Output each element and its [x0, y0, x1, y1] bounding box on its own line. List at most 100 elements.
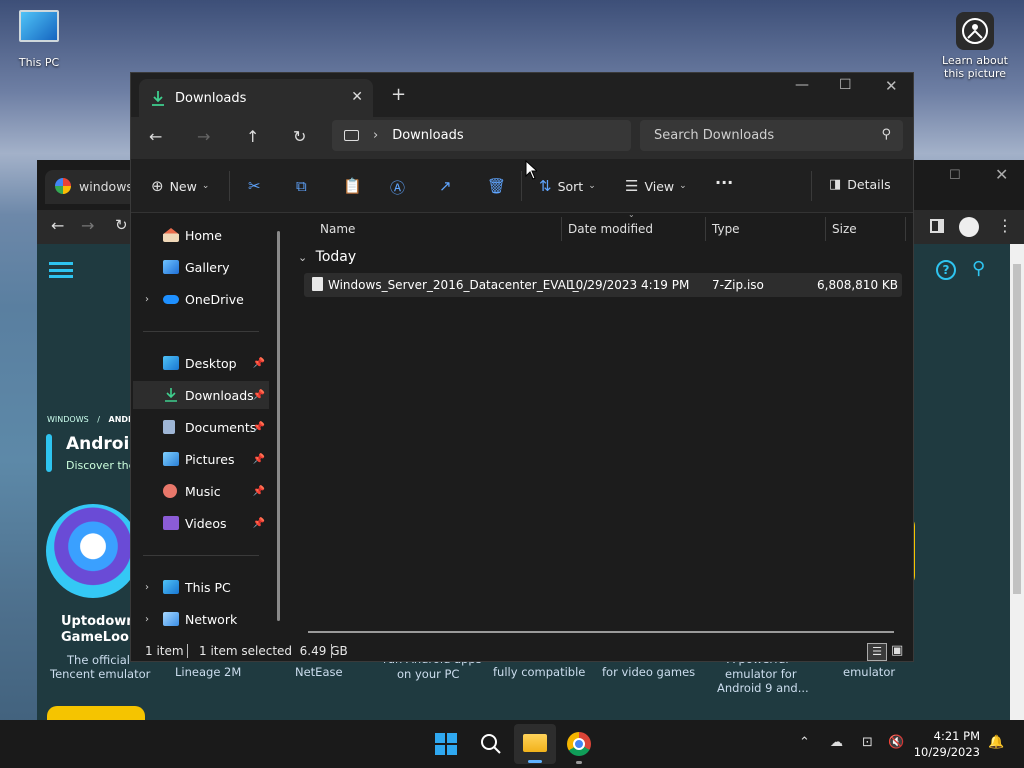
column-header-type[interactable]: Type [706, 217, 826, 241]
nav-item-onedrive[interactable]: › OneDrive [133, 285, 269, 313]
toolbar-separator [811, 171, 812, 201]
column-header-date[interactable]: Date modified ⌄ [562, 210, 706, 241]
kebab-menu-icon[interactable]: ⋮ [997, 216, 1013, 235]
search-button[interactable] [479, 732, 503, 756]
new-tab-button[interactable]: + [391, 84, 406, 105]
chevron-right-icon[interactable]: › [145, 294, 149, 305]
column-header-name[interactable]: Name [314, 217, 562, 241]
column-header-label: Name [320, 222, 356, 236]
details-view-icon[interactable]: ☰ [867, 643, 887, 661]
cut-button[interactable]: ✂ [248, 177, 267, 195]
browser-tab[interactable]: windows [45, 170, 137, 204]
breadcrumb-item[interactable]: WINDOWS [47, 415, 89, 424]
app-description: Lineage 2M [175, 665, 242, 679]
nav-item-home[interactable]: Home [133, 221, 269, 249]
taskbar-file-explorer[interactable] [514, 724, 556, 764]
nav-item-music[interactable]: Music 📌 [133, 477, 269, 505]
nav-item-documents[interactable]: Documents 📌 [133, 413, 269, 441]
maximize-icon[interactable]: ☐ [949, 168, 961, 183]
tab-downloads[interactable]: Downloads ✕ [139, 79, 373, 117]
command-bar: ⊕ New ⌄ ✂ ⧉ 📋 Ⓐ ↗ 🗑 ⇅ Sort ⌄ ☰ View ⌄ ··… [131, 159, 913, 213]
file-explorer-window[interactable]: Downloads ✕ + — ☐ ✕ ← → ↑ ↻ › Downloads … [130, 72, 914, 662]
help-icon[interactable]: ? [936, 260, 956, 280]
forward-arrow-icon[interactable]: → [81, 216, 94, 235]
start-button[interactable] [434, 732, 458, 756]
sidebar-toggle-icon[interactable] [930, 219, 944, 233]
back-arrow-icon[interactable]: ← [149, 127, 162, 146]
network-icon [163, 612, 179, 626]
table-row[interactable]: Windows_Server_2016_Datacenter_EVAL_... … [304, 273, 902, 297]
search-icon[interactable]: ⚲ [972, 258, 985, 279]
browser-scrollbar[interactable] [1010, 244, 1024, 720]
pin-icon[interactable]: 📌 [253, 358, 265, 369]
more-options-button[interactable]: ··· [715, 173, 733, 192]
back-arrow-icon[interactable]: ← [51, 216, 64, 235]
profile-icon[interactable] [959, 217, 979, 237]
list-view-icon: ☰ [625, 177, 639, 195]
app-description: Android 9 and... [717, 681, 809, 695]
details-button[interactable]: ◨ Details [829, 177, 891, 192]
scrollbar-thumb[interactable] [1013, 264, 1021, 594]
clock-date: 10/29/2023 [913, 745, 980, 759]
nav-item-pictures[interactable]: Pictures 📌 [133, 445, 269, 473]
rename-button[interactable]: Ⓐ [390, 177, 411, 198]
nav-item-videos[interactable]: Videos 📌 [133, 509, 269, 537]
refresh-icon[interactable]: ↻ [293, 127, 306, 146]
pin-icon[interactable]: 📌 [253, 422, 265, 433]
delete-button[interactable]: 🗑 [487, 177, 512, 195]
desktop-icon-learn-about-picture[interactable]: Learn about this picture [940, 12, 1010, 80]
forward-arrow-icon[interactable]: → [197, 127, 210, 146]
nav-item-label: This PC [185, 579, 231, 595]
tiles-view-icon[interactable]: ▣ [891, 643, 907, 659]
pin-icon[interactable]: 📌 [253, 486, 265, 497]
nav-item-desktop[interactable]: Desktop 📌 [133, 349, 269, 377]
column-header-size[interactable]: Size [826, 217, 906, 241]
pin-icon[interactable]: 📌 [253, 390, 265, 401]
paste-button[interactable]: 📋 [343, 177, 368, 195]
network-status-icon[interactable]: ⊡ [862, 735, 873, 750]
chevron-right-icon[interactable]: › [145, 614, 149, 625]
address-bar[interactable]: › Downloads [332, 120, 631, 151]
chevron-right-icon[interactable]: › [145, 582, 149, 593]
reload-icon[interactable]: ↻ [115, 216, 128, 234]
clipboard-icon: 📋 [343, 177, 362, 195]
app-logo[interactable] [46, 504, 140, 598]
nav-scrollbar[interactable] [277, 231, 280, 621]
copy-icon: ⧉ [296, 177, 307, 195]
nav-item-label: Gallery [185, 259, 230, 275]
pin-icon[interactable]: 📌 [253, 518, 265, 529]
share-button[interactable]: ↗ [439, 177, 458, 195]
desktop-icon-this-pc[interactable]: This PC [14, 10, 64, 69]
horizontal-scrollbar[interactable] [308, 631, 894, 633]
app-name[interactable]: GameLoop [61, 630, 138, 645]
copy-button[interactable]: ⧉ [296, 177, 313, 195]
nav-item-downloads[interactable]: Downloads 📌 [133, 381, 269, 409]
app-name[interactable]: Uptodown [61, 614, 136, 629]
taskbar-chrome[interactable] [567, 732, 591, 764]
download-icon [152, 91, 164, 106]
maximize-icon[interactable]: ☐ [839, 77, 852, 93]
notification-bell-icon[interactable]: 🔔 [988, 735, 1004, 750]
nav-item-gallery[interactable]: Gallery [133, 253, 269, 281]
minimize-icon[interactable]: — [795, 77, 809, 93]
close-icon[interactable]: ✕ [885, 77, 898, 95]
sort-button[interactable]: ⇅ Sort ⌄ [539, 177, 596, 195]
onedrive-sync-icon[interactable]: ☁ [830, 735, 843, 750]
volume-muted-icon[interactable]: 🔇 [888, 735, 904, 750]
close-icon[interactable]: ✕ [995, 165, 1008, 184]
group-header-today[interactable]: ⌄ Today [298, 249, 356, 265]
show-hidden-icons-icon[interactable]: ⌃ [799, 735, 810, 750]
new-button[interactable]: ⊕ New ⌄ [151, 177, 209, 195]
system-clock[interactable]: 4:21 PM 10/29/2023 [914, 728, 980, 760]
pin-icon[interactable]: 📌 [253, 454, 265, 465]
hamburger-menu-icon[interactable] [49, 262, 73, 278]
scissors-icon: ✂ [248, 177, 261, 195]
search-input[interactable]: Search Downloads ⚲ [640, 120, 903, 151]
view-button[interactable]: ☰ View ⌄ [625, 177, 687, 195]
app-description: The official [67, 653, 130, 667]
close-tab-icon[interactable]: ✕ [351, 89, 363, 105]
nav-item-this-pc[interactable]: › This PC [133, 573, 269, 601]
up-arrow-icon[interactable]: ↑ [246, 127, 259, 146]
pictures-icon [163, 452, 179, 466]
nav-item-network[interactable]: › Network [133, 605, 269, 633]
